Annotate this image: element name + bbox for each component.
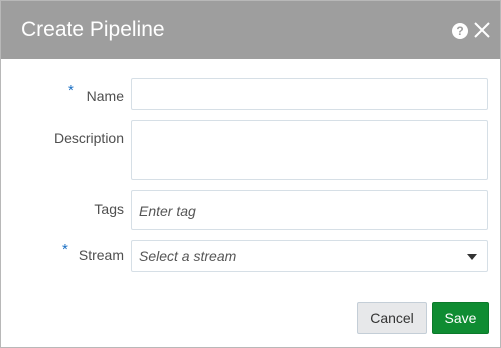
create-pipeline-dialog: Create Pipeline ? * Name Description Tag… xyxy=(0,0,501,348)
close-icon[interactable] xyxy=(473,21,491,39)
name-required-marker: * xyxy=(68,82,74,99)
cancel-button[interactable]: Cancel xyxy=(357,302,427,334)
name-input[interactable] xyxy=(131,78,488,110)
stream-label: Stream xyxy=(78,247,124,263)
stream-select[interactable]: Select a stream xyxy=(131,240,488,272)
name-label: Name xyxy=(86,88,124,104)
stream-required-marker: * xyxy=(62,241,68,258)
dialog-title: Create Pipeline xyxy=(21,18,165,41)
tags-label: Tags xyxy=(94,201,124,217)
help-icon[interactable]: ? xyxy=(452,23,468,39)
tags-placeholder: Enter tag xyxy=(139,203,196,219)
description-label: Description xyxy=(53,130,124,146)
save-button[interactable]: Save xyxy=(432,302,489,334)
chevron-down-icon[interactable] xyxy=(467,254,477,260)
description-textarea[interactable] xyxy=(131,120,488,180)
stream-placeholder: Select a stream xyxy=(139,248,237,264)
tags-input[interactable]: Enter tag xyxy=(131,190,488,230)
dialog-header: Create Pipeline ? xyxy=(1,1,500,59)
